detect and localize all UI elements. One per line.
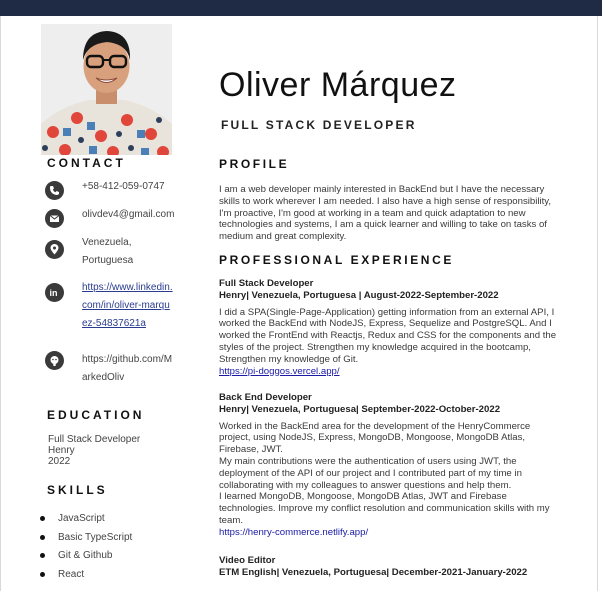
github-url-part-1: https://github.com/M xyxy=(82,354,173,365)
linkedin-url-part-3[interactable]: ez-54837621a xyxy=(82,315,182,333)
project-link[interactable]: https://pi-doggos.vercel.app/ xyxy=(219,366,559,378)
profile-summary: I am a web developer mainly interested i… xyxy=(219,184,552,243)
bullet-icon xyxy=(40,572,45,578)
experience-item-3: Video Editor ETM English| Venezuela, Por… xyxy=(219,555,559,579)
experience-item-2: Back End Developer Henry| Venezuela, Por… xyxy=(219,392,559,539)
phone-icon xyxy=(45,181,64,200)
page-edge-right xyxy=(597,16,598,591)
email-icon xyxy=(45,209,64,228)
contact-heading: CONTACT xyxy=(47,156,126,170)
page-edge-left xyxy=(0,16,1,591)
skill-item: JavaScript xyxy=(40,512,132,531)
bullet-icon xyxy=(40,553,45,559)
profile-photo xyxy=(41,24,172,155)
linkedin-icon: in xyxy=(45,283,64,302)
contact-github: https://github.com/M arkedOliv xyxy=(82,351,182,387)
education-year: 2022 xyxy=(48,456,71,467)
location-country: Venezuela, xyxy=(82,237,132,248)
experience-item-1: Full Stack Developer Henry| Venezuela, P… xyxy=(219,278,559,377)
job-title: FULL STACK DEVELOPER xyxy=(221,118,417,132)
experience-company: Henry| Venezuela, Portuguesa| September-… xyxy=(219,403,501,415)
contact-location: Venezuela, Portuguesa xyxy=(82,234,182,270)
experience-role: Back End Developer xyxy=(219,392,312,403)
skills-heading: SKILLS xyxy=(47,483,108,497)
github-icon xyxy=(45,351,64,370)
linkedin-url-part-2[interactable]: com/in/oliver-marqu xyxy=(82,297,182,315)
skill-item: Git & Github xyxy=(40,549,132,568)
top-accent-bar xyxy=(0,0,602,16)
contact-linkedin-link[interactable]: https://www.linkedin. com/in/oliver-marq… xyxy=(82,279,182,333)
github-url-part-2: arkedOliv xyxy=(82,372,125,383)
svg-text:in: in xyxy=(50,288,58,298)
experience-description: I did a SPA(Single-Page-Application) get… xyxy=(219,306,557,365)
experience-learnings: I learned MongoDB, Mongoose, MongoDB Atl… xyxy=(219,491,550,526)
education-entry: Full Stack Developer Henry 2022 xyxy=(48,434,140,467)
location-state: Portuguesa xyxy=(82,255,134,266)
location-pin-icon xyxy=(45,240,64,259)
skills-list: JavaScript Basic TypeScript Git & Github… xyxy=(40,512,132,587)
bullet-icon xyxy=(40,516,45,521)
profile-heading: PROFILE xyxy=(219,157,290,171)
bullet-icon xyxy=(40,534,45,540)
person-name: Oliver Márquez xyxy=(219,66,457,104)
project-link[interactable]: https://henry-commerce.netlify.app/ xyxy=(219,527,559,539)
experience-company: Henry| Venezuela, Portuguesa | August-20… xyxy=(219,289,499,301)
experience-role: Video Editor xyxy=(219,555,276,566)
education-degree: Full Stack Developer xyxy=(48,434,141,445)
experience-role: Full Stack Developer xyxy=(219,278,314,289)
skill-item: Basic TypeScript xyxy=(40,531,132,550)
contact-phone: +58-412-059-0747 xyxy=(82,181,165,192)
experience-description: Worked in the BackEnd area for the devel… xyxy=(219,420,531,456)
education-school: Henry xyxy=(48,445,75,456)
education-heading: EDUCATION xyxy=(47,408,145,422)
contact-email: olivdev4@gmail.com xyxy=(82,209,175,220)
experience-company: ETM English| Venezuela, Portuguesa| Dece… xyxy=(219,566,528,578)
linkedin-url-part-1[interactable]: https://www.linkedin. xyxy=(82,279,182,297)
experience-contributions: My main contributions were the authentic… xyxy=(219,455,522,491)
experience-heading: PROFESSIONAL EXPERIENCE xyxy=(219,253,454,267)
skill-item: React xyxy=(40,568,132,587)
